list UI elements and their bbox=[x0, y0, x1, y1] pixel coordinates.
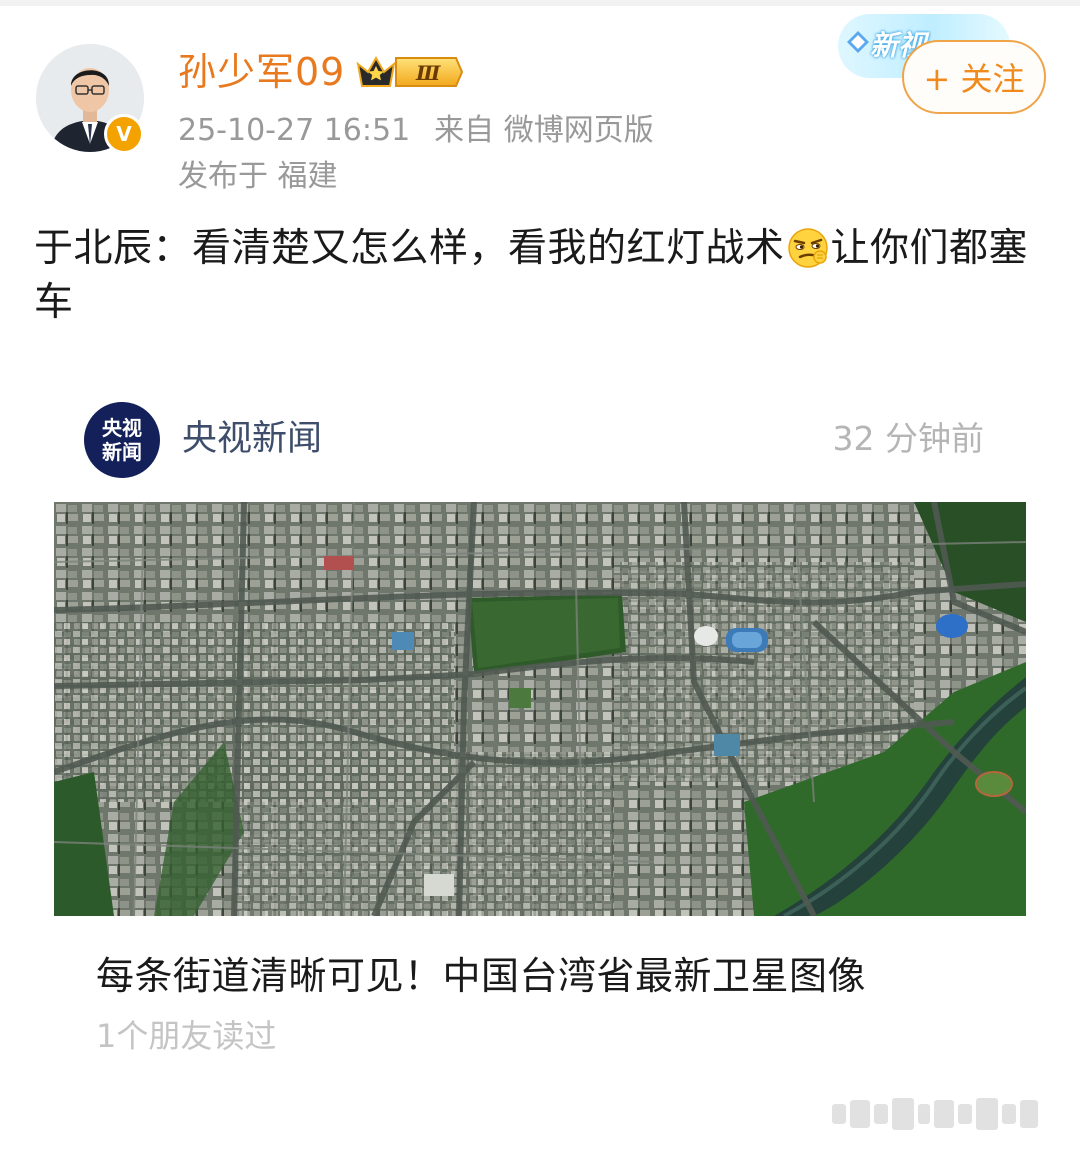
verified-icon: V bbox=[104, 114, 144, 154]
user-name[interactable]: 孙少军09 bbox=[178, 48, 345, 96]
post-timestamp: 25-10-27 16:51 bbox=[178, 113, 411, 148]
post-body: 于北辰：看清楚又怎么样，看我的红灯战术 让你们都塞车 bbox=[34, 222, 1044, 330]
post-location: 发布于 福建 bbox=[178, 159, 338, 194]
card-title[interactable]: 每条街道清晰可见！中国台湾省最新卫星图像 bbox=[96, 950, 866, 1002]
svg-text:Ⅲ: Ⅲ bbox=[415, 61, 441, 85]
logo-line-1: 央视 bbox=[102, 416, 142, 440]
card-time-ago: 32 分钟前 bbox=[832, 419, 984, 458]
post-source: 来自 微博网页版 bbox=[434, 113, 654, 148]
promo-diamond-icon bbox=[847, 31, 869, 53]
cctv-news-logo[interactable]: 央视 新闻 bbox=[84, 402, 160, 478]
post-meta: 25-10-27 16:51 来自 微博网页版 bbox=[178, 112, 654, 150]
follow-button[interactable]: + 关注 bbox=[902, 40, 1046, 114]
emoji-smirk-icon bbox=[787, 228, 828, 268]
post-text-part-1: 于北辰：看清楚又怎么样，看我的红灯战术 bbox=[34, 226, 785, 271]
card-source-name[interactable]: 央视新闻 bbox=[182, 416, 322, 462]
vip-crown-icon[interactable]: Ⅲ bbox=[356, 52, 464, 92]
friends-read-count: 1个朋友读过 bbox=[96, 1017, 277, 1055]
watermark-bars-icon bbox=[832, 1098, 1038, 1130]
logo-line-2: 新闻 bbox=[102, 440, 142, 464]
top-divider bbox=[0, 0, 1080, 6]
satellite-map-image[interactable] bbox=[54, 502, 1026, 916]
